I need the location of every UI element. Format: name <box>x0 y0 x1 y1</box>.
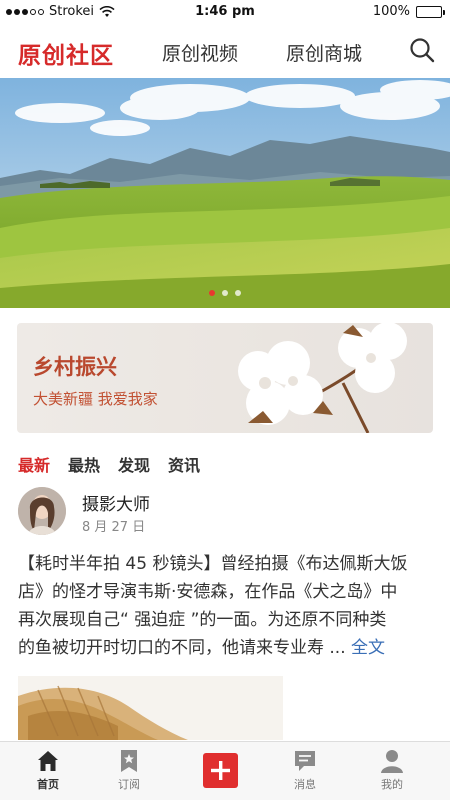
search-icon[interactable] <box>408 36 436 64</box>
article-line: 店》的怪才导演韦斯·安德森，在作品《犬之岛》中 <box>18 582 398 602</box>
banner-carousel[interactable] <box>0 78 450 308</box>
promo-card[interactable]: 乡村振兴 大美新疆 我爱我家 <box>17 323 433 433</box>
banner-image <box>0 78 450 308</box>
banner-dot-2[interactable] <box>222 290 228 296</box>
home-icon <box>38 751 58 771</box>
read-more-link[interactable]: 全文 <box>351 638 385 658</box>
cotton-image <box>238 323 407 433</box>
tab-latest[interactable]: 最新 <box>18 452 50 476</box>
bookmark-star-icon <box>121 750 137 772</box>
tab-home-label: 首页 <box>37 778 59 791</box>
tab-profile-label: 我的 <box>381 778 403 791</box>
publish-button[interactable] <box>203 753 238 788</box>
banner-dot-3[interactable] <box>235 290 241 296</box>
banner-pagination <box>0 290 450 296</box>
post-image[interactable] <box>18 676 283 740</box>
tab-hottest[interactable]: 最热 <box>68 452 100 476</box>
tab-news[interactable]: 资讯 <box>168 452 200 476</box>
battery-percent: 100% <box>372 4 410 19</box>
battery-icon <box>416 5 445 18</box>
tab-home[interactable]: 首页 <box>8 748 88 792</box>
ellipsis: ... <box>329 638 346 658</box>
brand-tab[interactable]: 原创社区 <box>18 36 114 70</box>
tab-subscribe-label: 订阅 <box>118 778 140 791</box>
tab-subscribe[interactable]: 订阅 <box>89 748 169 792</box>
message-icon <box>295 751 315 771</box>
banner-dot-1[interactable] <box>209 290 215 296</box>
article-body[interactable]: 【耗时半年拍 45 秒镜头】曾经拍摄《布达佩斯大饭 店》的怪才导演韦斯·安德森，… <box>18 550 434 662</box>
promo-title: 乡村振兴 <box>33 355 117 379</box>
status-bar: Strokei 1:46 pm 100% <box>0 0 450 24</box>
article-line: 【耗时半年拍 45 秒镜头】曾经拍摄《布达佩斯大饭 <box>18 554 408 574</box>
feed-tabs: 最新 最热 发现 资讯 <box>18 452 200 476</box>
article-line-last: 的鱼被切开时切口的不同，他请来专业寿 ... 全文 <box>18 634 434 662</box>
post-date: 8 月 27 日 <box>82 520 146 535</box>
plus-icon <box>211 761 230 780</box>
top-nav: 原创社区 原创视频 原创商城 <box>0 24 450 78</box>
article-line: 再次展现自己“ 强迫症 ”的一面。为还原不同种类 <box>18 610 387 630</box>
tab-original-mall[interactable]: 原创商城 <box>286 39 362 66</box>
article-line-text: 的鱼被切开时切口的不同，他请来专业寿 <box>18 638 324 658</box>
author-name[interactable]: 摄影大师 <box>82 490 150 515</box>
tab-messages[interactable]: 消息 <box>265 748 345 792</box>
person-icon <box>381 750 403 773</box>
promo-subtitle: 大美新疆 我爱我家 <box>33 390 158 408</box>
tab-messages-label: 消息 <box>294 778 316 791</box>
battery-info: 100% <box>372 4 445 19</box>
tab-profile[interactable]: 我的 <box>352 748 432 792</box>
tab-original-video[interactable]: 原创视频 <box>162 39 238 66</box>
tab-discover[interactable]: 发现 <box>118 452 150 476</box>
avatar[interactable] <box>18 487 66 535</box>
